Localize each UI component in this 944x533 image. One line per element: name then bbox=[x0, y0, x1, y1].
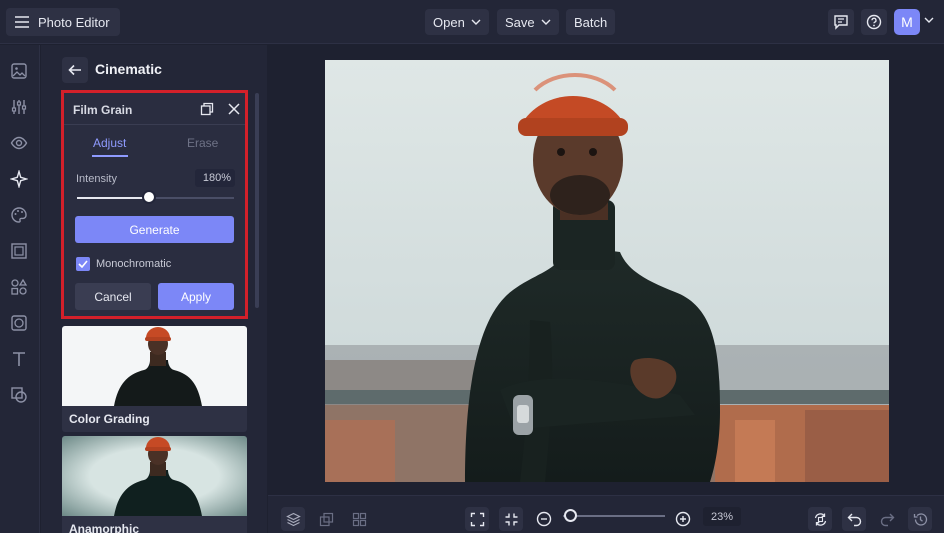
arrow-left-icon bbox=[68, 64, 82, 76]
tab-active-indicator bbox=[92, 155, 128, 157]
sliders-icon[interactable] bbox=[10, 98, 28, 116]
redo-button[interactable] bbox=[875, 507, 899, 531]
undo-button[interactable] bbox=[842, 507, 866, 531]
preset-thumbnail bbox=[62, 326, 247, 406]
open-button[interactable]: Open bbox=[425, 9, 489, 35]
batch-button[interactable]: Batch bbox=[566, 9, 616, 35]
intensity-slider-thumb[interactable] bbox=[142, 190, 157, 204]
actual-size-button[interactable] bbox=[499, 507, 523, 531]
film-grain-card: Film Grain Adjust Erase Intensity 180% G… bbox=[61, 90, 248, 319]
palette-icon[interactable] bbox=[10, 206, 28, 224]
tab-erase[interactable]: Erase bbox=[187, 136, 218, 150]
panel-scrollbar[interactable] bbox=[255, 93, 259, 308]
app-title: Photo Editor bbox=[38, 14, 110, 30]
chevron-down-icon bbox=[471, 19, 481, 25]
grid-icon bbox=[352, 512, 367, 527]
zoom-value[interactable]: 23% bbox=[703, 507, 741, 526]
fit-screen-icon bbox=[470, 512, 485, 527]
preset-label: Color Grading bbox=[69, 412, 150, 426]
sparkle-icon[interactable] bbox=[10, 170, 28, 188]
help-button[interactable] bbox=[861, 9, 887, 35]
monochromatic-label: Monochromatic bbox=[96, 258, 172, 270]
apply-button[interactable]: Apply bbox=[158, 283, 234, 310]
batch-label: Batch bbox=[574, 14, 608, 30]
chat-icon bbox=[833, 14, 849, 30]
preset-color-grading[interactable]: Color Grading bbox=[62, 326, 247, 432]
history-icon bbox=[913, 512, 928, 527]
layers-icon bbox=[285, 512, 301, 527]
text-icon[interactable] bbox=[10, 350, 28, 368]
help-icon bbox=[866, 14, 882, 30]
graphics-icon[interactable] bbox=[10, 386, 28, 404]
preset-label: Anamorphic bbox=[69, 522, 140, 533]
copy-icon[interactable] bbox=[200, 102, 214, 116]
intensity-slider[interactable] bbox=[77, 190, 234, 204]
actual-size-icon bbox=[504, 512, 519, 527]
image-icon[interactable] bbox=[10, 62, 28, 80]
tool-name: Film Grain bbox=[73, 103, 133, 117]
intensity-label: Intensity bbox=[76, 173, 117, 185]
grid-button[interactable] bbox=[347, 507, 371, 531]
back-button[interactable] bbox=[62, 57, 88, 83]
compare-button[interactable] bbox=[808, 507, 832, 531]
open-label: Open bbox=[433, 14, 465, 30]
cancel-button[interactable]: Cancel bbox=[75, 283, 151, 310]
menu-icon bbox=[14, 15, 30, 29]
avatar[interactable]: M bbox=[894, 9, 920, 35]
redo-icon bbox=[880, 512, 895, 527]
preset-thumbnail bbox=[62, 436, 247, 516]
zoom-in-icon bbox=[675, 511, 691, 527]
app-menu-button[interactable]: Photo Editor bbox=[6, 8, 120, 36]
fit-screen-button[interactable] bbox=[465, 507, 489, 531]
zoom-out-button[interactable] bbox=[532, 507, 556, 531]
layers-button[interactable] bbox=[281, 507, 305, 531]
compare-icon bbox=[813, 512, 828, 527]
monochromatic-checkbox[interactable] bbox=[76, 257, 90, 271]
intensity-value[interactable]: 180% bbox=[195, 169, 235, 187]
zoom-slider[interactable] bbox=[563, 509, 665, 522]
undo-icon bbox=[847, 512, 862, 527]
check-icon bbox=[78, 260, 88, 268]
clone-icon bbox=[319, 512, 334, 527]
texture-icon[interactable] bbox=[10, 314, 28, 332]
chevron-down-icon[interactable] bbox=[924, 17, 934, 23]
chevron-down-icon bbox=[541, 19, 551, 25]
panel-title: Cinematic bbox=[95, 61, 162, 77]
eye-icon[interactable] bbox=[10, 134, 28, 152]
frame-icon[interactable] bbox=[10, 242, 28, 260]
generate-button[interactable]: Generate bbox=[75, 216, 234, 243]
photo-canvas[interactable] bbox=[325, 60, 889, 482]
preset-anamorphic[interactable]: Anamorphic bbox=[62, 436, 247, 533]
zoom-out-icon bbox=[536, 511, 552, 527]
intensity-slider-fill bbox=[77, 197, 150, 199]
close-icon[interactable] bbox=[227, 102, 241, 116]
save-button[interactable]: Save bbox=[497, 9, 559, 35]
save-label: Save bbox=[505, 14, 535, 30]
tool-header: Film Grain bbox=[64, 93, 245, 125]
history-button[interactable] bbox=[908, 507, 932, 531]
tab-adjust[interactable]: Adjust bbox=[93, 136, 126, 150]
clone-button[interactable] bbox=[314, 507, 338, 531]
feedback-button[interactable] bbox=[828, 9, 854, 35]
shapes-icon[interactable] bbox=[10, 278, 28, 296]
zoom-in-button[interactable] bbox=[671, 507, 695, 531]
